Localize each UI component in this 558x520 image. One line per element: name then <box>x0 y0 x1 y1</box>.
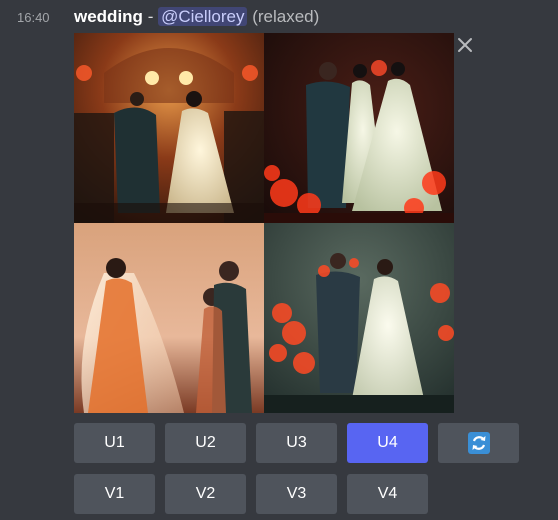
v4-button[interactable]: V4 <box>347 474 428 514</box>
refresh-icon <box>467 431 491 455</box>
v2-button[interactable]: V2 <box>165 474 246 514</box>
upscale-button-row: U1 U2 U3 U4 <box>74 423 519 463</box>
chat-message: 16:40 wedding - @Ciellorey (relaxed) U1 … <box>0 0 558 520</box>
u2-button[interactable]: U2 <box>165 423 246 463</box>
variation-button-row: V1 V2 V3 V4 <box>74 474 428 514</box>
grid-image-1[interactable] <box>74 33 264 223</box>
message-timestamp: 16:40 <box>17 10 50 25</box>
grid-image-2[interactable] <box>264 33 454 223</box>
v3-button[interactable]: V3 <box>256 474 337 514</box>
separator-text: - <box>147 7 154 26</box>
user-mention[interactable]: @Ciellorey <box>158 7 248 26</box>
message-header: wedding - @Ciellorey (relaxed) <box>74 6 319 28</box>
u3-button[interactable]: U3 <box>256 423 337 463</box>
close-icon[interactable] <box>455 35 475 55</box>
u1-button[interactable]: U1 <box>74 423 155 463</box>
prompt-text: wedding <box>74 7 143 26</box>
image-grid[interactable] <box>74 33 454 413</box>
reroll-button[interactable] <box>438 423 519 463</box>
v1-button[interactable]: V1 <box>74 474 155 514</box>
u4-button[interactable]: U4 <box>347 423 428 463</box>
grid-image-3[interactable] <box>74 223 264 413</box>
mode-text: (relaxed) <box>252 7 320 26</box>
grid-image-4[interactable] <box>264 223 454 413</box>
